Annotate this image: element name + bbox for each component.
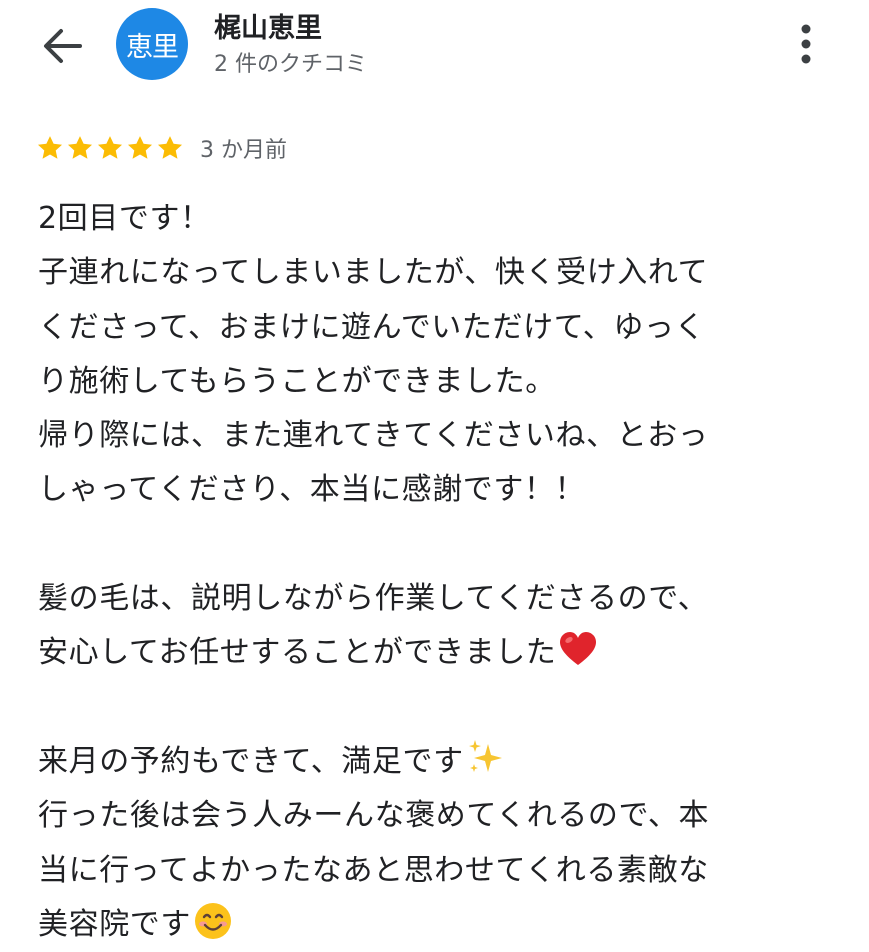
review-line: 安心してお任せすることができました: [38, 626, 838, 680]
review-line: 帰り際には、また連れてきてくださいね、とおっ: [38, 418, 709, 454]
review-line: り施術してもらうことができました。: [38, 363, 556, 399]
review-line: 当に行ってよかったなあと思わせてくれる素敵な: [38, 852, 709, 888]
review-line: 髪の毛は、説明しながら作業してくださるので、: [38, 581, 709, 617]
star-rating: [36, 134, 184, 162]
review-line: 来月の予約もできて、満足です: [38, 735, 838, 789]
sparkles-emoji: [468, 740, 502, 773]
smiling-face-emoji: [195, 903, 231, 940]
red-heart-emoji: [560, 631, 597, 665]
reviewer-name[interactable]: 梶山恵里: [214, 6, 322, 45]
review-line: 美容院です: [38, 898, 838, 952]
rating-row: 3 か月前: [36, 130, 287, 166]
star-icon: [67, 136, 93, 159]
more-vertical-icon: [801, 24, 811, 64]
review-line: 行った後は会う人みーんな褒めてくれるので、本: [38, 798, 710, 834]
review-line: しゃってくださり、本当に感謝です！！: [38, 472, 586, 508]
review-line: [38, 518, 838, 572]
star-icon: [37, 136, 63, 159]
star-icon: [157, 136, 183, 159]
star-icon: [97, 136, 123, 159]
review-line-text: 美容院です: [38, 906, 191, 942]
review-header: 恵里 梶山恵里 2 件のクチコミ: [0, 0, 869, 100]
star-icon: [127, 136, 153, 159]
arrow-left-icon: [44, 29, 82, 63]
review-line-text: 安心してお任せすることができました: [38, 635, 557, 671]
review-line: 2回目です！: [38, 201, 211, 236]
review-time: 3 か月前: [200, 138, 287, 163]
avatar[interactable]: 恵里: [116, 8, 188, 80]
back-button[interactable]: [36, 24, 88, 68]
review-line-text: 来月の予約もできて、満足です: [38, 743, 464, 779]
more-options-button[interactable]: [786, 22, 826, 66]
review-line: [38, 681, 838, 735]
review-count: 2 件のクチコミ: [214, 52, 367, 77]
review-line: くださって、おまけに遊んでいただけて、ゆっく: [38, 309, 706, 345]
review-line: 子連れになってしまいましたが、快く受け入れて: [38, 255, 709, 291]
review-text: 2回目です！ 子連れになってしまいましたが、快く受け入れて くださって、おまけに…: [38, 192, 838, 952]
